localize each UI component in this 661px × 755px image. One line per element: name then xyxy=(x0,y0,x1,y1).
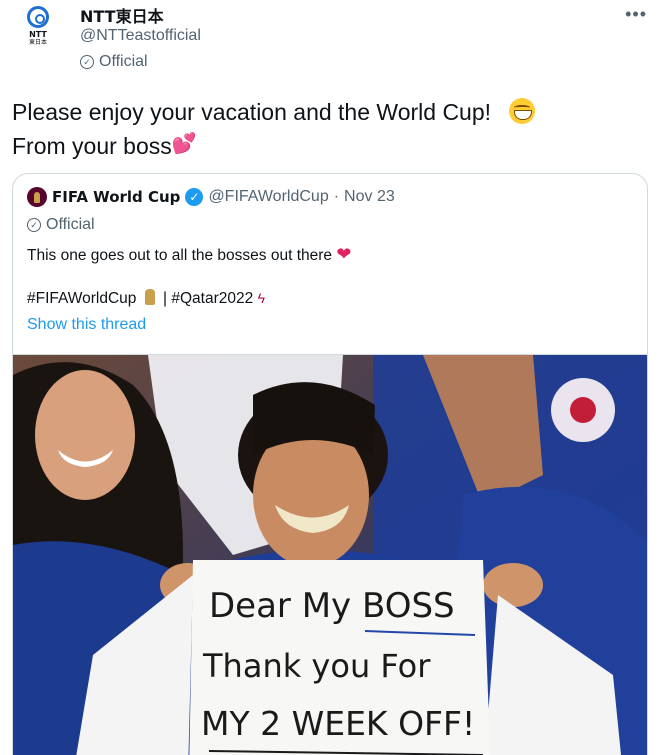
logo-text: NTT xyxy=(29,30,47,39)
tweet-photo[interactable]: Dear My BOSS Thank you For MY 2 WEEK OFF… xyxy=(13,354,647,755)
hashtag-separator: | xyxy=(163,290,168,307)
ntt-logo-icon xyxy=(27,6,49,28)
author-avatar[interactable]: NTT 東日本 xyxy=(13,4,63,54)
red-heart-icon: ❤ xyxy=(336,244,352,264)
verified-badge-icon: ✓ xyxy=(185,188,204,206)
two-hearts-icon: 💕 xyxy=(171,133,197,155)
trophy-icon xyxy=(144,289,155,305)
fifa-avatar-icon[interactable] xyxy=(27,187,47,207)
official-label: ✓ Official xyxy=(80,53,148,71)
quoted-tweet-text: This one goes out to all the bosses out … xyxy=(27,244,351,266)
tweet-text-line-1: Please enjoy your vacation and the World… xyxy=(12,96,642,128)
show-thread-link[interactable]: Show this thread xyxy=(27,316,146,334)
quoted-text-body: This one goes out to all the bosses out … xyxy=(27,247,333,264)
quoted-hashtags: #FIFAWorldCup | #Qatar2022 ϟ xyxy=(27,289,265,308)
quoted-date[interactable]: Nov 23 xyxy=(344,188,395,206)
photo-illustration: Dear My BOSS Thank you For MY 2 WEEK OFF… xyxy=(13,355,647,755)
logo-subtext: 東日本 xyxy=(28,39,47,46)
check-circle-icon: ✓ xyxy=(27,218,41,232)
hashtag-fifaworldcup[interactable]: #FIFAWorldCup xyxy=(27,290,136,307)
ribbon-icon: ϟ xyxy=(257,290,265,306)
grinning-face-emoji-icon xyxy=(509,98,536,124)
tweet-text-line-2: From your boss💕 xyxy=(12,128,642,162)
dot-separator: · xyxy=(333,188,340,205)
quoted-official-text: Official xyxy=(46,216,95,233)
quoted-display-name[interactable]: FIFA World Cup xyxy=(52,188,180,206)
check-circle-icon: ✓ xyxy=(80,55,94,69)
author-handle[interactable]: @NTTeastofficial xyxy=(80,27,201,45)
official-text: Official xyxy=(99,53,148,70)
quoted-tweet-card[interactable]: FIFA World Cup ✓ @FIFAWorldCup · Nov 23 … xyxy=(12,173,648,755)
quoted-official-label: ✓ Official xyxy=(27,216,95,234)
sign-line-3: MY 2 WEEK OFF! xyxy=(201,704,475,743)
hashtag-qatar2022[interactable]: #Qatar2022 xyxy=(171,290,253,307)
tweet: NTT 東日本 NTT東日本 @NTTeastofficial ✓ Offici… xyxy=(0,0,661,755)
sign-line-2: Thank you For xyxy=(202,647,431,685)
author-display-name[interactable]: NTT東日本 xyxy=(80,3,164,27)
tweet-line-2: From your boss xyxy=(12,133,172,159)
more-horizontal-icon[interactable]: ••• xyxy=(625,4,647,25)
tweet-line-1: Please enjoy your vacation and the World… xyxy=(12,99,492,125)
quoted-handle[interactable]: @FIFAWorldCup xyxy=(208,188,328,206)
tweet-text: Please enjoy your vacation and the World… xyxy=(12,96,642,162)
quoted-tweet-header: FIFA World Cup ✓ @FIFAWorldCup · Nov 23 xyxy=(27,187,395,207)
sign-line-1: Dear My BOSS xyxy=(209,586,455,626)
